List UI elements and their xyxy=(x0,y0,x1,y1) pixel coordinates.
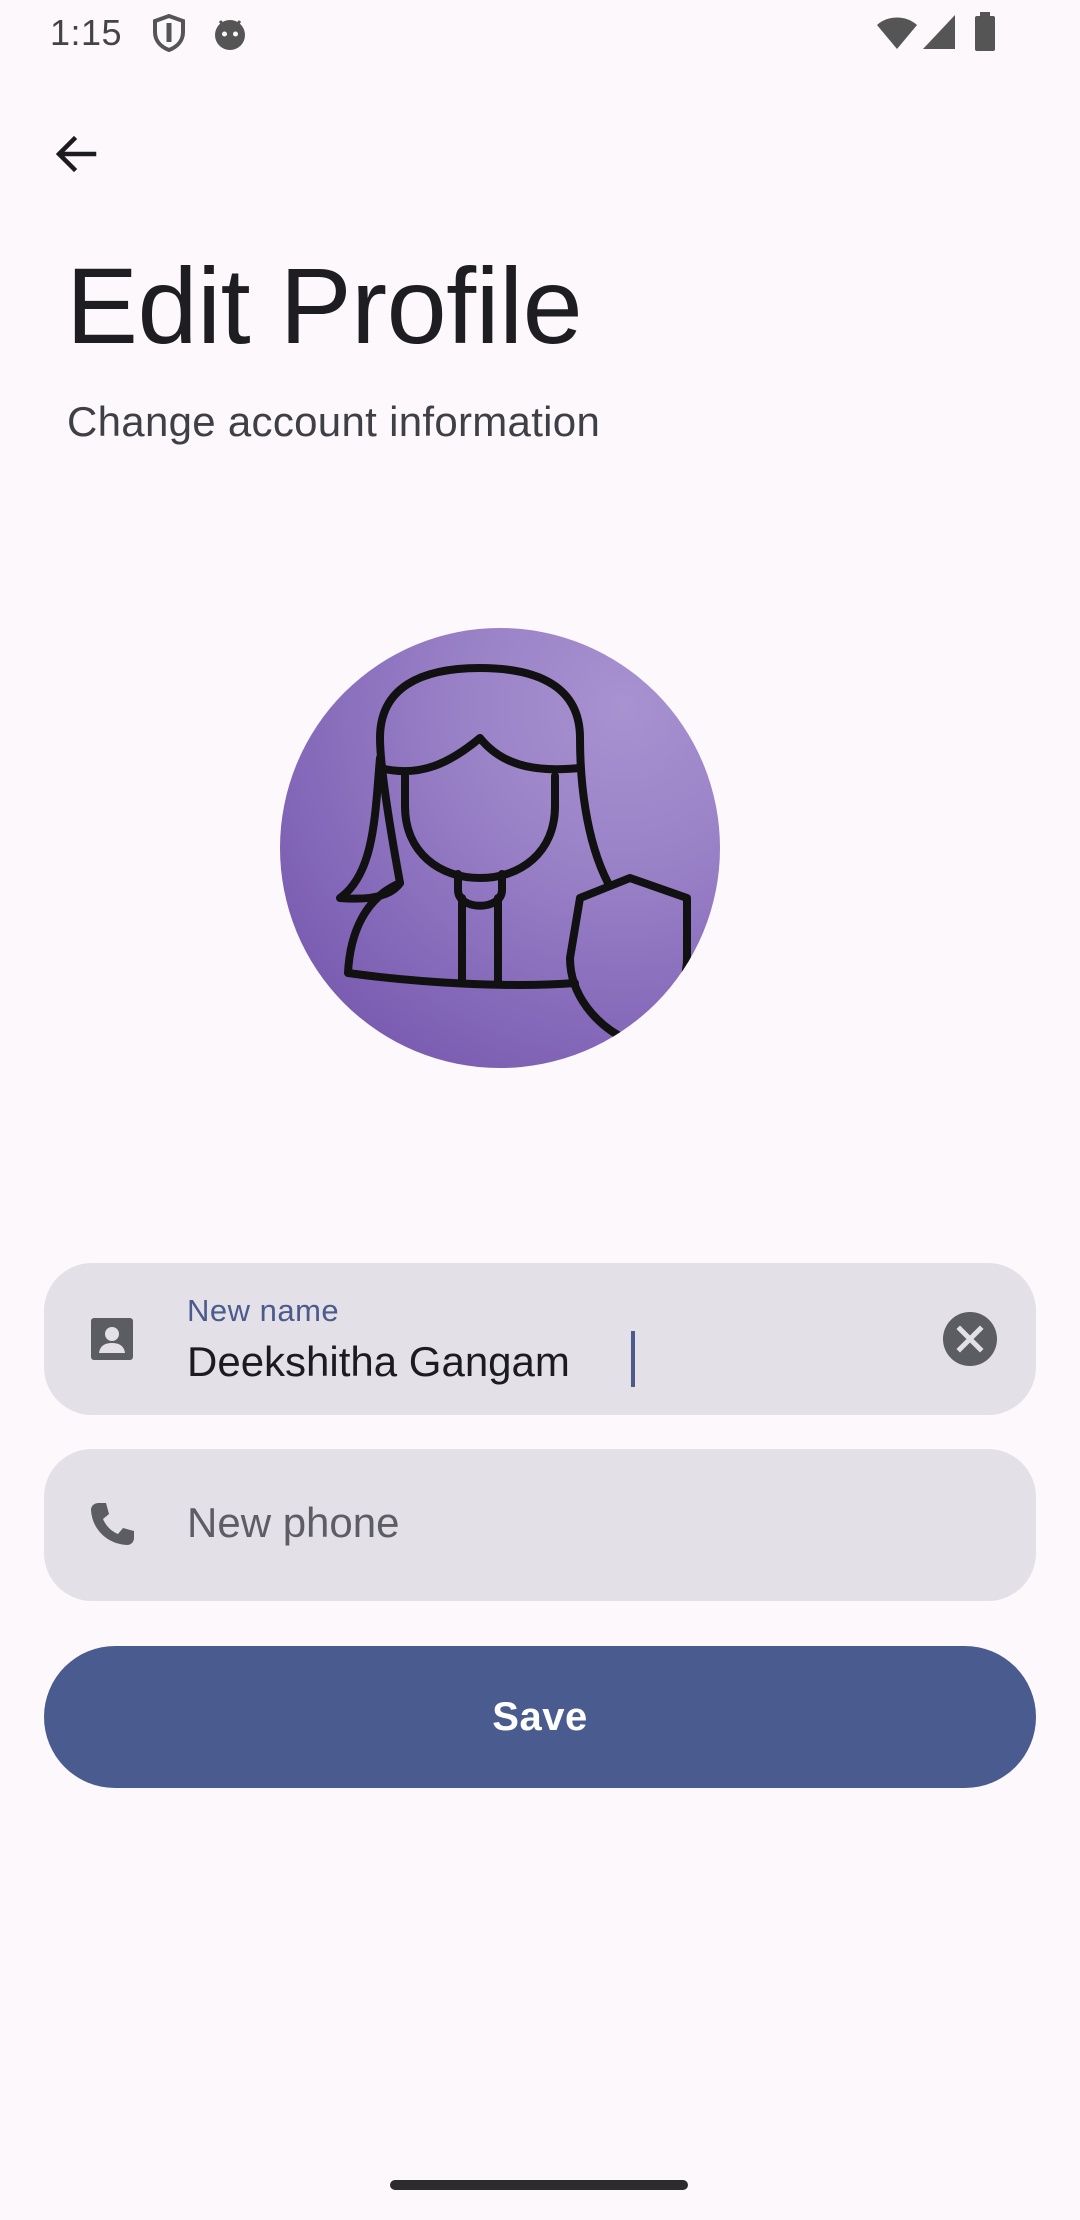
android-face-icon xyxy=(212,16,248,57)
status-time: 1:15 xyxy=(50,12,123,53)
clear-name-button[interactable] xyxy=(940,1309,1000,1369)
wifi-icon xyxy=(876,16,918,55)
phone-field[interactable] xyxy=(44,1449,1036,1601)
shield-icon xyxy=(152,13,186,57)
status-bar: 1:15 xyxy=(0,0,1080,66)
back-button[interactable] xyxy=(40,118,112,190)
text-cursor xyxy=(631,1331,635,1387)
arrow-back-icon xyxy=(55,135,97,173)
signal-icon xyxy=(922,14,956,55)
save-button[interactable]: Save xyxy=(44,1646,1036,1788)
phone-icon xyxy=(82,1495,142,1555)
name-field[interactable]: New name xyxy=(44,1263,1036,1415)
contact-card-icon xyxy=(82,1309,142,1369)
clear-icon xyxy=(943,1312,997,1366)
name-field-label: New name xyxy=(187,1293,340,1328)
phone-input[interactable] xyxy=(187,1499,947,1547)
page-title: Edit Profile xyxy=(66,245,583,366)
home-indicator[interactable] xyxy=(390,2180,688,2190)
avatar xyxy=(280,628,720,1068)
battery-icon xyxy=(974,12,996,57)
woman-with-shield-icon xyxy=(336,664,691,1044)
name-input[interactable] xyxy=(187,1338,907,1386)
page-subtitle: Change account information xyxy=(67,398,601,445)
